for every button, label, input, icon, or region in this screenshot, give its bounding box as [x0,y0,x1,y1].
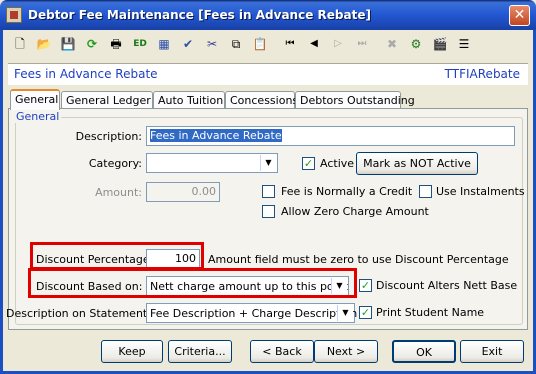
description-label: Description: [75,130,142,143]
open-folder-icon[interactable]: 📂 [34,34,54,54]
active-checkbox[interactable]: ✓ [302,157,315,170]
description-field[interactable]: Fees in Advance Rebate [146,126,515,146]
discount-alters-label: Discount Alters Nett Base [376,279,518,292]
tab-debtors-outstanding[interactable]: Debtors Outstanding [295,91,415,109]
tab-general-ledger[interactable]: General Ledger [61,91,153,109]
desc-statement-select[interactable]: Fee Description + Charge Description ▼ [146,303,358,323]
criteria-button[interactable]: Criteria... [168,340,232,363]
refresh-icon[interactable]: ⟳ [82,34,102,54]
print-student-label: Print Student Name [376,306,485,319]
delete-icon[interactable]: ✖ [382,34,402,54]
category-select[interactable]: ▼ [146,153,278,173]
chevron-down-icon[interactable]: ▼ [337,305,353,321]
window-title: Debtor Fee Maintenance [Fees in Advance … [28,8,371,22]
tree-icon[interactable]: ⚙ [406,34,426,54]
record-header: Fees in Advance Rebate TTFIARebate [8,63,528,85]
close-button[interactable]: ✕ [509,5,530,26]
discount-alters-checkbox[interactable]: ✓ [359,279,372,292]
amount-field[interactable]: 0.00 [146,182,220,202]
exit-button[interactable]: Exit [460,340,524,363]
highlight-box-discount-based [28,268,357,298]
last-record-icon[interactable]: ⏭ [352,34,372,54]
desc-statement-value: Fee Description + Charge Description [150,307,358,320]
description-value: Fees in Advance Rebate [150,129,282,142]
chevron-down-icon[interactable]: ▼ [260,155,276,171]
next-button[interactable]: Next > [314,340,378,363]
use-instalments-label: Use Instalments [436,185,525,198]
clapper-icon[interactable]: 🎬 [430,34,450,54]
print-student-checkbox[interactable]: ✓ [359,306,372,319]
title-bar: Debtor Fee Maintenance [Fees in Advance … [0,0,536,30]
toolbar: 🗋 📂 💾 ⟳ 🖶 ED ▦ ✔ ✂ ⧉ 📋 ⏮ ◀ ▷ ⏭ ✖ ⚙ 🎬 ☰ [8,34,528,56]
mark-not-active-button[interactable]: Mark as NOT Active [356,152,478,175]
allow-zero-checkbox[interactable] [262,205,275,218]
use-instalments-checkbox[interactable] [419,185,432,198]
spellcheck-icon[interactable]: ✔ [178,34,198,54]
record-code: TTFIARebate [444,67,520,81]
save-icon[interactable]: 💾 [58,34,78,54]
next-record-icon[interactable]: ▷ [328,34,348,54]
first-record-icon[interactable]: ⏮ [280,34,300,54]
fee-credit-label: Fee is Normally a Credit [281,185,413,198]
calculator-icon[interactable]: ▦ [154,34,174,54]
amount-label: Amount: [95,186,142,199]
active-label: Active [320,157,355,170]
group-label: General [14,110,62,123]
print-icon[interactable]: 🖶 [106,34,126,54]
copy-icon[interactable]: ⧉ [226,34,246,54]
edit-icon[interactable]: ED [130,34,150,54]
category-label: Category: [88,157,142,170]
paste-icon[interactable]: 📋 [250,34,270,54]
tab-general[interactable]: General [10,89,60,110]
app-icon [6,7,22,23]
fee-credit-checkbox[interactable] [262,185,275,198]
list-icon[interactable]: ☰ [454,34,474,54]
allow-zero-label: Allow Zero Charge Amount [281,205,429,218]
highlight-box-discount-percentage [30,242,204,270]
tab-concessions[interactable]: Concessions [225,91,298,109]
back-button[interactable]: < Back [250,340,314,363]
new-icon[interactable]: 🗋 [10,34,30,54]
keep-button[interactable]: Keep [101,340,163,363]
cut-icon[interactable]: ✂ [202,34,222,54]
tab-auto-tuition[interactable]: Auto Tuition [153,91,225,109]
desc-statement-label: Description on Statement: [6,307,151,320]
discount-note: Amount field must be zero to use Discoun… [208,253,509,266]
record-name: Fees in Advance Rebate [14,67,158,81]
ok-button[interactable]: OK [392,340,456,363]
previous-record-icon[interactable]: ◀ [304,34,324,54]
